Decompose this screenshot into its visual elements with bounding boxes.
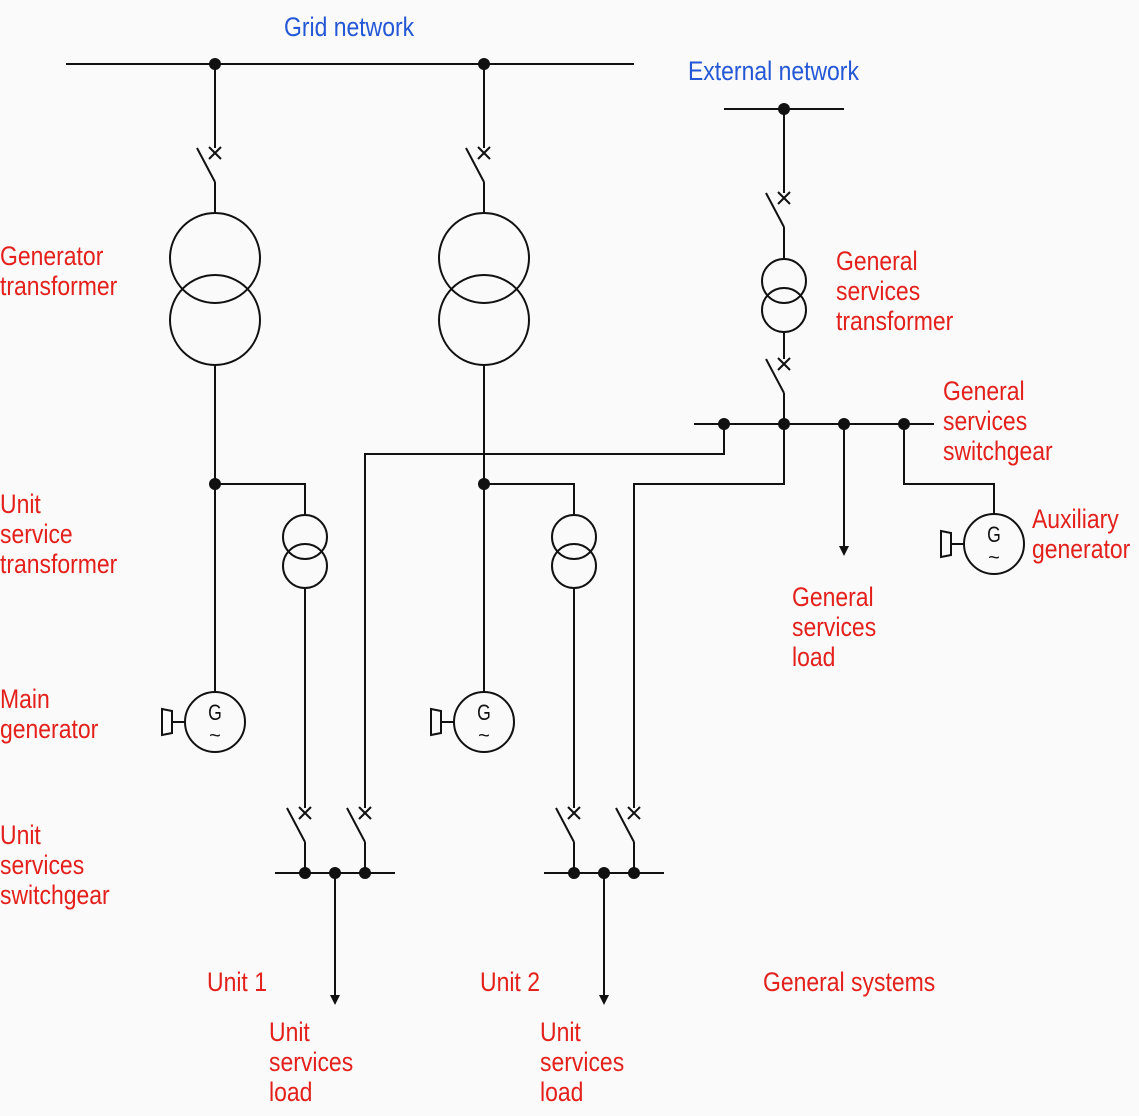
- generator-letter: G: [208, 701, 222, 725]
- junction-dot: [478, 58, 490, 70]
- breaker-blade: [196, 147, 216, 183]
- diagram-drawing: G~G~G~: [66, 58, 1025, 1005]
- ac-symbol: ~: [478, 725, 490, 747]
- label-unit-services-load-2: Unit services load: [540, 1017, 625, 1107]
- circuit-breaker-icon: [346, 806, 372, 843]
- circuit-breaker-icon: [196, 146, 222, 183]
- circuit-breaker-icon: [465, 146, 491, 183]
- junction-dot: [718, 418, 730, 430]
- junction-dot: [628, 867, 640, 879]
- label-unit-1: Unit 1: [207, 967, 267, 997]
- generator-icon: G~: [430, 691, 515, 753]
- label-general-services-switchgear: General services switchgear: [943, 376, 1053, 466]
- label-grid-network: Grid network: [284, 12, 415, 42]
- junction-dot: [568, 867, 580, 879]
- turbine-icon: [940, 529, 952, 559]
- arrow-head-icon: [839, 546, 849, 556]
- breaker-blade: [765, 192, 785, 228]
- unit-service-transformer-icon: [282, 514, 328, 589]
- label-generator-transformer: Generator transformer: [0, 241, 118, 301]
- circuit-breaker-icon: [286, 806, 312, 843]
- wire: [215, 483, 306, 515]
- label-unit-services-load-1: Unit services load: [269, 1017, 354, 1107]
- label-unit-service-transformer: Unit service transformer: [0, 489, 118, 579]
- breaker-blade: [465, 147, 485, 183]
- winding: [169, 212, 261, 304]
- winding: [551, 514, 597, 560]
- generator-icon: G~: [940, 513, 1025, 575]
- circuit-breaker-icon: [555, 806, 581, 843]
- generator-letter: G: [987, 523, 1001, 547]
- arrow-head-icon: [599, 995, 609, 1005]
- wire: [364, 424, 725, 808]
- generator-transformer-icon: [438, 212, 530, 366]
- label-main-generator: Main generator: [0, 684, 99, 744]
- label-external-network: External network: [688, 56, 859, 86]
- generator-letter: G: [477, 701, 491, 725]
- label-unit-2: Unit 2: [480, 967, 540, 997]
- label-general-systems: General systems: [763, 967, 936, 997]
- wire: [633, 424, 785, 808]
- turbine-icon: [161, 707, 173, 737]
- winding: [551, 543, 597, 589]
- label-general-services-transformer: General services transformer: [836, 246, 954, 336]
- wire: [484, 483, 575, 515]
- circuit-breaker-icon: [765, 191, 791, 228]
- circuit-breaker-icon: [765, 357, 791, 394]
- label-general-services-load: General services load: [792, 582, 877, 672]
- general-services-transformer-icon: [761, 258, 807, 333]
- label-auxiliary-generator: Auxiliary generator: [1032, 504, 1131, 564]
- label-unit-services-switchgear: Unit services switchgear: [0, 820, 110, 910]
- ac-symbol: ~: [209, 725, 221, 747]
- winding: [438, 274, 530, 366]
- junction-dot: [299, 867, 311, 879]
- junction-dot: [209, 58, 221, 70]
- breaker-blade: [615, 807, 635, 843]
- breaker-blade: [286, 807, 306, 843]
- winding: [169, 274, 261, 366]
- ac-symbol: ~: [988, 547, 1000, 569]
- arrow-head-icon: [330, 995, 340, 1005]
- unit-service-transformer-icon: [551, 514, 597, 589]
- breaker-blade: [346, 807, 366, 843]
- winding: [761, 287, 807, 333]
- turbine-icon: [430, 707, 442, 737]
- winding: [282, 514, 328, 560]
- breaker-blade: [555, 807, 575, 843]
- breaker-blade: [765, 358, 785, 394]
- generator-icon: G~: [161, 691, 246, 753]
- junction-dot: [359, 867, 371, 879]
- circuit-breaker-icon: [615, 806, 641, 843]
- winding: [761, 258, 807, 304]
- winding: [438, 212, 530, 304]
- single-line-diagram: G ~ G ~ G ~ Grid network External network Gen…: [0, 0, 1139, 1116]
- generator-transformer-icon: [169, 212, 261, 366]
- junction-dot: [778, 418, 790, 430]
- winding: [282, 543, 328, 589]
